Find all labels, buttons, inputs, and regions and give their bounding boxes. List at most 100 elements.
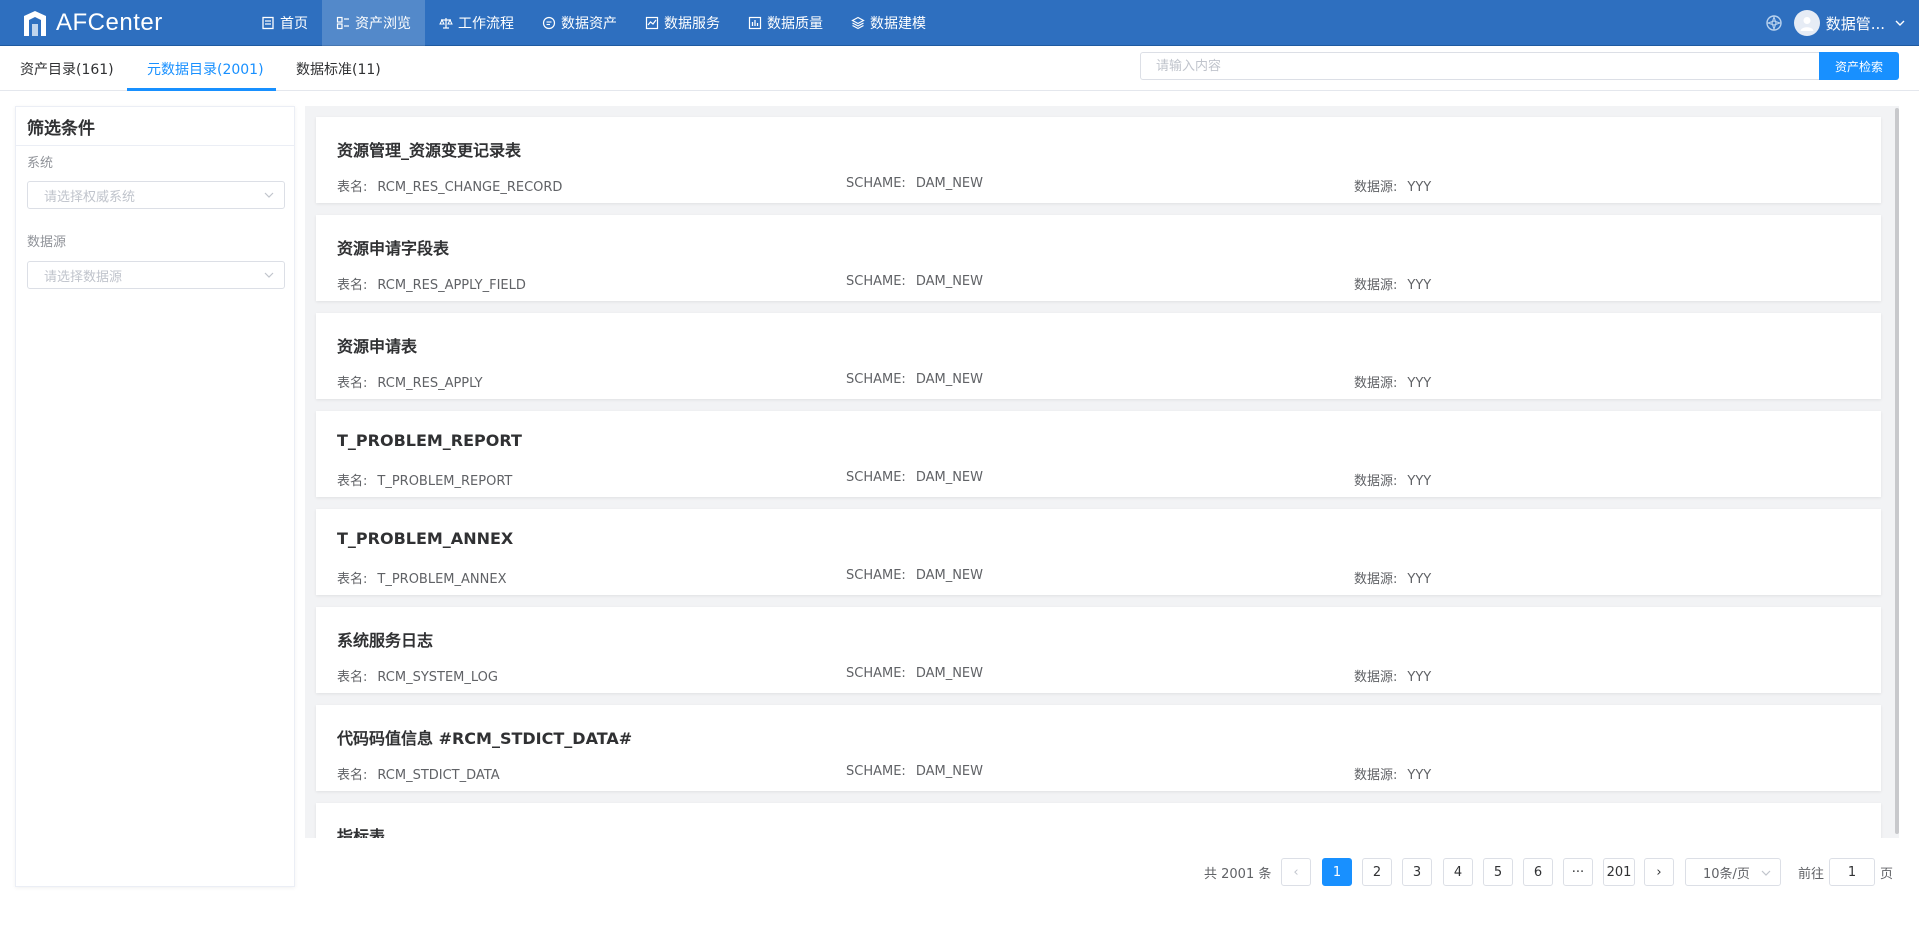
datasource-value: YYY (1407, 376, 1432, 391)
layers-icon (851, 16, 865, 30)
datasource-select[interactable]: 请选择数据源 (27, 261, 285, 289)
result-card[interactable]: 资源管理_资源变更记录表 表名: RCM_RES_CHANGE_RECORD SC… (316, 117, 1881, 203)
asset-search-button[interactable]: 资产检索 (1819, 52, 1899, 80)
table-name-field: 表名: RCM_RES_APPLY_FIELD (337, 274, 526, 293)
result-card[interactable]: T_PROBLEM_REPORT 表名: T_PROBLEM_REPORT SCH… (316, 411, 1881, 497)
table-name-field: 表名: T_PROBLEM_REPORT (337, 470, 512, 489)
asset-search-input[interactable] (1140, 52, 1820, 80)
result-title[interactable]: 代码码值信息 #RCM_STDICT_DATA# (337, 725, 632, 749)
table-name-value: RCM_SYSTEM_LOG (377, 670, 498, 685)
page-button[interactable]: 2 (1362, 858, 1392, 886)
meta-label: 数据源: (1354, 572, 1398, 587)
brand-logo[interactable]: AFCenter (20, 0, 163, 46)
result-title[interactable]: 资源管理_资源变更记录表 (337, 137, 521, 161)
goto-suffix: 页 (1880, 867, 1894, 882)
table-name-value: T_PROBLEM_ANNEX (377, 572, 507, 587)
tab-asset-catalog[interactable]: 资产目录(161) (20, 46, 114, 91)
assistant-icon[interactable] (1764, 13, 1784, 33)
datasource-field: 数据源: YYY (1354, 372, 1431, 391)
table-name-field: 表名: RCM_RES_CHANGE_RECORD (337, 176, 562, 195)
page-button[interactable]: 3 (1402, 858, 1432, 886)
result-card[interactable]: 代码码值信息 #RCM_STDICT_DATA# 表名: RCM_STDICT_D… (316, 705, 1881, 791)
user-area: 数据管... (1764, 0, 1919, 46)
page-button[interactable]: 6 (1523, 858, 1553, 886)
catalog-tabs-bar: 资产目录(161) 元数据目录(2001) 数据标准(11) 资产检索 (0, 46, 1919, 91)
nav-item-home[interactable]: 首页 (247, 0, 322, 46)
datasource-field: 数据源: YYY (1354, 568, 1431, 587)
table-name-value: RCM_RES_APPLY (377, 376, 483, 391)
result-card[interactable]: 系统服务日志 表名: RCM_SYSTEM_LOG SCHAME: DAM_NEW … (316, 607, 1881, 693)
filter-title: 筛选条件 (16, 107, 294, 146)
datasource-value: YYY (1407, 474, 1432, 489)
page-size-select[interactable]: 10条/页 (1685, 858, 1781, 886)
result-list-scrollbar[interactable] (1895, 106, 1899, 838)
top-navbar: AFCenter 首页 资产浏览 工作流程 数据资产 数据服务 数据质量 数据建… (0, 0, 1919, 46)
nav-item-label: 首页 (280, 16, 308, 32)
result-card[interactable]: 资源申请表 表名: RCM_RES_APPLY SCHAME: DAM_NEW 数据… (316, 313, 1881, 399)
page-button[interactable]: 4 (1443, 858, 1473, 886)
result-title[interactable]: 资源申请字段表 (337, 235, 449, 259)
chevron-down-icon (1761, 870, 1771, 876)
schema-field: SCHAME: DAM_NEW (846, 274, 983, 289)
chart-icon (645, 16, 659, 30)
result-title[interactable]: 指标表 (337, 823, 385, 838)
schema-field: SCHAME: DAM_NEW (846, 568, 983, 583)
nav-item-data-asset[interactable]: 数据资产 (528, 0, 631, 46)
table-name-field: 表名: RCM_STDICT_DATA (337, 764, 500, 783)
result-title[interactable]: 资源申请表 (337, 333, 417, 357)
nav-item-workflow[interactable]: 工作流程 (425, 0, 528, 46)
system-select-placeholder: 请选择权威系统 (44, 189, 136, 205)
meta-label: 数据源: (1354, 278, 1398, 293)
user-icon (1800, 17, 1814, 31)
more-pages-button[interactable]: ··· (1563, 858, 1593, 886)
next-page-button[interactable]: › (1644, 858, 1674, 886)
result-card[interactable]: 指标表 (316, 803, 1881, 838)
meta-label: 数据源: (1354, 768, 1398, 783)
datasource-value: YYY (1407, 278, 1432, 293)
goto-page-input[interactable] (1829, 858, 1875, 886)
result-title[interactable]: T_PROBLEM_REPORT (337, 431, 522, 450)
user-name[interactable]: 数据管... (1826, 13, 1885, 34)
page-button[interactable]: 201 (1603, 858, 1635, 886)
meta-label: 表名: (337, 572, 368, 587)
meta-label: 表名: (337, 278, 368, 293)
result-card[interactable]: T_PROBLEM_ANNEX 表名: T_PROBLEM_ANNEX SCHAM… (316, 509, 1881, 595)
system-select[interactable]: 请选择权威系统 (27, 181, 285, 209)
schema-field: SCHAME: DAM_NEW (846, 470, 983, 485)
datasource-value: YYY (1407, 670, 1432, 685)
scrollbar-thumb[interactable] (1895, 108, 1899, 834)
schema-value: DAM_NEW (915, 666, 983, 681)
schema-value: DAM_NEW (915, 176, 983, 191)
datasource-filter-label: 数据源 (27, 235, 67, 250)
tab-data-standard[interactable]: 数据标准(11) (296, 46, 381, 91)
table-name-value: T_PROBLEM_REPORT (377, 474, 513, 489)
meta-label: SCHAME: (846, 372, 906, 387)
nav-item-data-service[interactable]: 数据服务 (631, 0, 734, 46)
chevron-down-icon (264, 192, 274, 198)
datasource-field: 数据源: YYY (1354, 274, 1431, 293)
tab-metadata-catalog[interactable]: 元数据目录(2001) (147, 46, 264, 91)
page-button[interactable]: 5 (1483, 858, 1513, 886)
active-tab-indicator (127, 88, 276, 91)
meta-label: SCHAME: (846, 176, 906, 191)
chevron-down-icon[interactable] (1893, 16, 1907, 30)
nav-item-data-quality[interactable]: 数据质量 (734, 0, 837, 46)
chat-icon (542, 16, 556, 30)
schema-field: SCHAME: DAM_NEW (846, 176, 983, 191)
nav-item-data-modeling[interactable]: 数据建模 (837, 0, 940, 46)
avatar[interactable] (1793, 10, 1820, 36)
meta-label: 表名: (337, 670, 368, 685)
result-title[interactable]: T_PROBLEM_ANNEX (337, 529, 513, 548)
datasource-value: YYY (1407, 180, 1432, 195)
meta-label: 数据源: (1354, 180, 1398, 195)
datasource-field: 数据源: YYY (1354, 764, 1431, 783)
table-name-value: RCM_STDICT_DATA (377, 768, 500, 783)
nav-item-asset-browse[interactable]: 资产浏览 (322, 0, 425, 46)
schema-value: DAM_NEW (915, 764, 983, 779)
result-card[interactable]: 资源申请字段表 表名: RCM_RES_APPLY_FIELD SCHAME: DA… (316, 215, 1881, 301)
result-title[interactable]: 系统服务日志 (337, 627, 433, 651)
prev-page-button[interactable]: ‹ (1281, 858, 1311, 886)
table-name-field: 表名: T_PROBLEM_ANNEX (337, 568, 507, 587)
table-name-field: 表名: RCM_RES_APPLY (337, 372, 483, 391)
page-button[interactable]: 1 (1322, 858, 1352, 886)
